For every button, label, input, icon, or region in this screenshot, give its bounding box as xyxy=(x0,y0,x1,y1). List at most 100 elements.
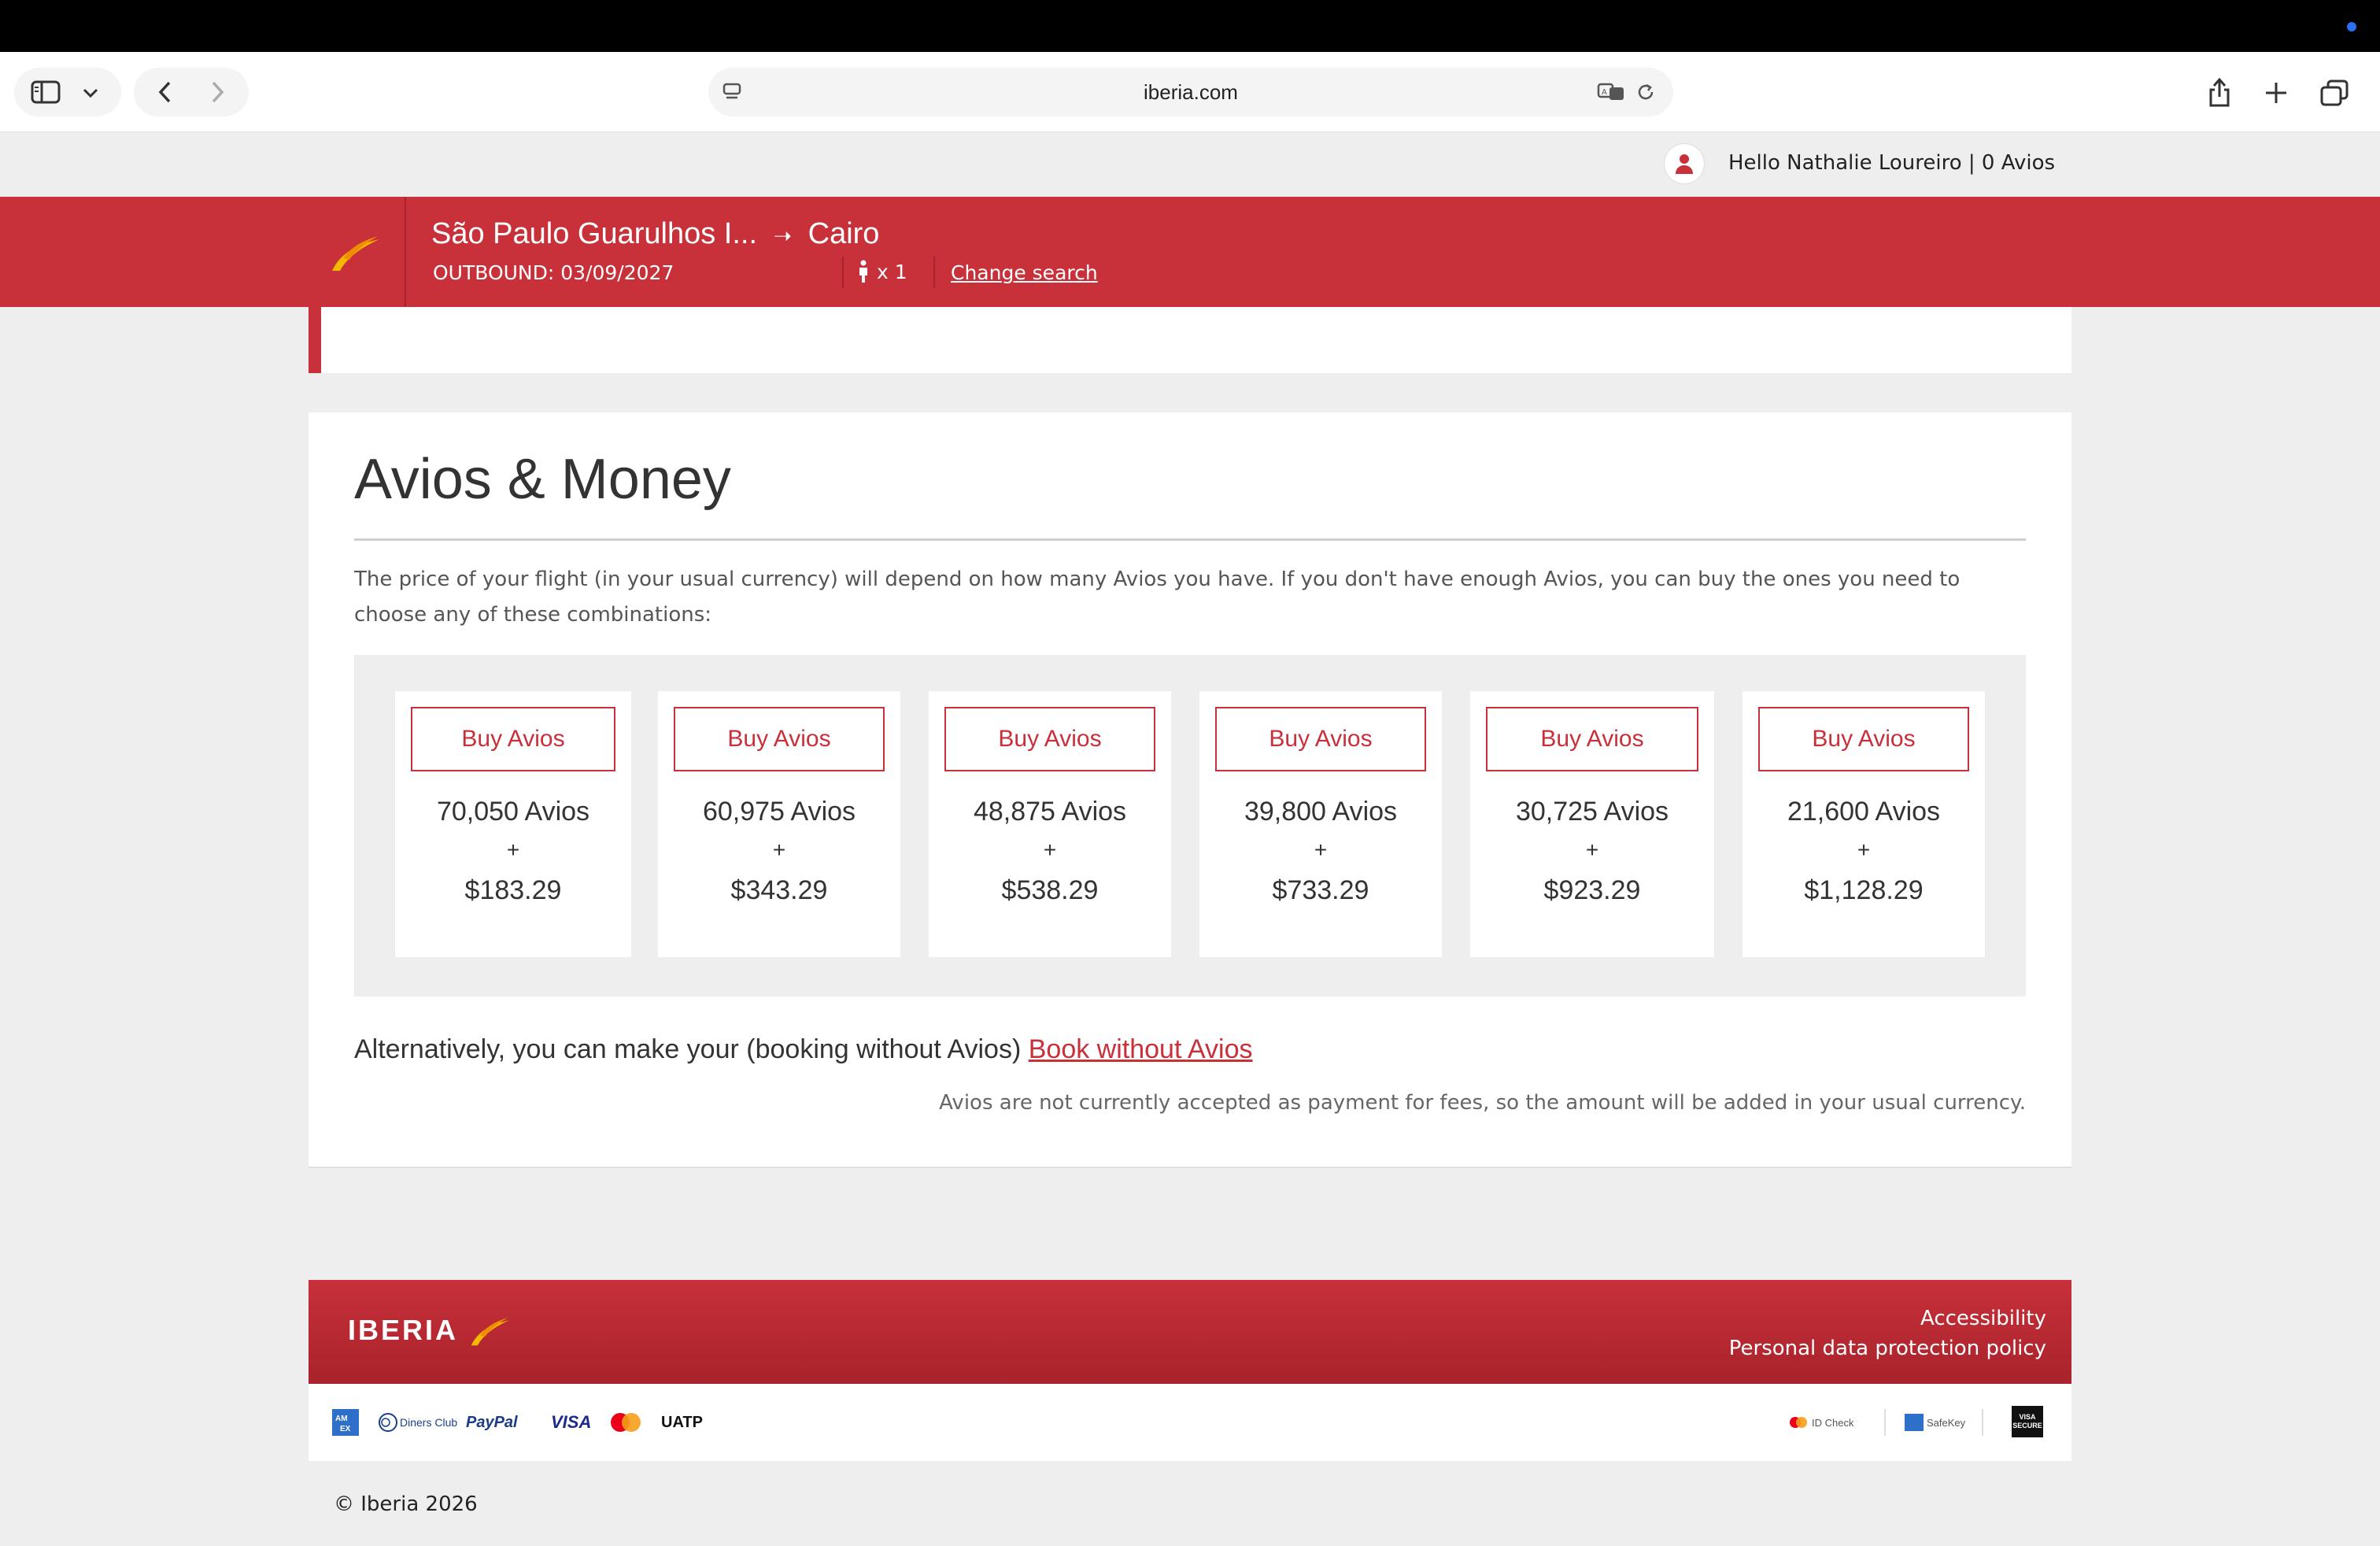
footer-brand-text: IBERIA xyxy=(348,1314,459,1346)
route-origin: São Paulo Guarulhos I... xyxy=(431,217,758,250)
visa-text: VISA xyxy=(551,1412,592,1432)
option-card: Buy Avios 30,725 Avios + $923.29 xyxy=(1470,691,1714,957)
divider xyxy=(1982,1409,1983,1436)
reload-icon[interactable] xyxy=(1632,79,1659,105)
option-card: Buy Avios 48,875 Avios + $538.29 xyxy=(929,691,1171,957)
svg-text:AM: AM xyxy=(335,1415,348,1423)
avios-money-card: Avios & Money The price of your flight (… xyxy=(309,412,2071,1168)
system-top-bar xyxy=(0,0,2380,52)
change-search-link[interactable]: Change search xyxy=(951,261,1098,284)
footer-links: Accessibility Personal data protection p… xyxy=(1729,1304,2046,1363)
visa-secure-text: VISA SECURE xyxy=(2012,1413,2042,1429)
section-title: Avios & Money xyxy=(354,448,731,511)
buy-avios-button[interactable]: Buy Avios xyxy=(411,707,615,771)
buy-avios-button[interactable]: Buy Avios xyxy=(1758,707,1969,771)
diners-club-logo-icon: Diners Club xyxy=(378,1409,457,1436)
option-plus: + xyxy=(772,838,786,862)
option-money: $923.29 xyxy=(1543,875,1641,905)
uatp-text: UATP xyxy=(661,1413,703,1431)
safekey-badge-icon: SafeKey xyxy=(1905,1409,1965,1436)
option-money: $733.29 xyxy=(1272,875,1369,905)
back-icon[interactable] xyxy=(151,79,178,105)
option-card: Buy Avios 70,050 Avios + $183.29 xyxy=(395,691,631,957)
user-avatar-icon[interactable] xyxy=(1664,143,1705,184)
book-without-avios-link[interactable]: Book without Avios xyxy=(1029,1034,1253,1064)
divider xyxy=(842,257,844,288)
visa-logo-icon: VISA xyxy=(551,1409,591,1436)
id-check-text: ID Check xyxy=(1812,1416,1854,1429)
combination-options: Buy Avios 70,050 Avios + $183.29 Buy Avi… xyxy=(354,655,2026,997)
title-divider xyxy=(354,538,2026,541)
buy-avios-button[interactable]: Buy Avios xyxy=(1486,707,1698,771)
svg-text:A: A xyxy=(1602,88,1607,97)
id-check-badge-icon: ID Check xyxy=(1788,1409,1853,1436)
translate-icon[interactable]: A xyxy=(1596,79,1628,105)
option-card: Buy Avios 21,600 Avios + $1,128.29 xyxy=(1743,691,1985,957)
sidebar-toggle-group xyxy=(14,68,121,117)
url-text: iberia.com xyxy=(1144,80,1238,104)
fees-note: Avios are not currently accepted as paym… xyxy=(939,1091,2026,1115)
option-card: Buy Avios 60,975 Avios + $343.29 xyxy=(658,691,900,957)
option-plus: + xyxy=(1585,838,1599,862)
new-tab-icon[interactable] xyxy=(2260,77,2292,109)
option-plus: + xyxy=(1857,838,1871,862)
privacy-policy-link[interactable]: Personal data protection policy xyxy=(1729,1333,2046,1363)
diners-club-text: Diners Club xyxy=(400,1416,458,1429)
navigation-group xyxy=(134,68,249,117)
paypal-logo-icon: PayPal xyxy=(466,1409,518,1436)
option-money: $1,128.29 xyxy=(1804,875,1924,905)
chevron-down-icon[interactable] xyxy=(79,82,102,104)
option-money: $538.29 xyxy=(1001,875,1099,905)
option-money: $183.29 xyxy=(464,875,562,905)
previous-section-card xyxy=(309,307,2071,373)
option-avios: 30,725 Avios xyxy=(1515,797,1669,827)
share-icon[interactable] xyxy=(2204,76,2235,109)
amex-logo-icon: AM EX xyxy=(332,1409,359,1436)
accessibility-link[interactable]: Accessibility xyxy=(1729,1304,2046,1333)
option-plus: + xyxy=(506,838,520,862)
divider xyxy=(1884,1409,1886,1436)
tabs-overview-icon[interactable] xyxy=(2317,77,2352,109)
option-money: $343.29 xyxy=(730,875,828,905)
option-card: Buy Avios 39,800 Avios + $733.29 xyxy=(1199,691,1442,957)
user-bar: Hello Nathalie Loureiro | 0 Avios xyxy=(0,132,2380,197)
outbound-date: OUTBOUND: 03/09/2027 xyxy=(433,261,674,284)
passenger-count-text: x 1 xyxy=(877,260,907,283)
buy-avios-button[interactable]: Buy Avios xyxy=(944,707,1155,771)
route-destination: Cairo xyxy=(808,217,880,250)
iberia-logo-icon xyxy=(471,1318,509,1346)
option-avios: 60,975 Avios xyxy=(702,797,856,827)
forward-icon[interactable] xyxy=(205,79,231,105)
footer: IBERIA Accessibility Personal data prote… xyxy=(309,1280,2071,1384)
status-dot xyxy=(2347,22,2356,31)
intro-text: The price of your flight (in your usual … xyxy=(354,568,1961,627)
option-avios: 21,600 Avios xyxy=(1787,797,1941,827)
option-avios: 48,875 Avios xyxy=(973,797,1127,827)
buy-avios-button[interactable]: Buy Avios xyxy=(1215,707,1426,771)
footer-brand[interactable]: IBERIA xyxy=(348,1311,515,1349)
safekey-text: SafeKey xyxy=(1927,1416,1966,1429)
flight-route: São Paulo Guarulhos I... ➝ Cairo xyxy=(431,217,879,251)
browser-toolbar: iberia.com A xyxy=(0,52,2380,132)
uatp-logo-icon: UATP xyxy=(661,1409,703,1436)
address-bar[interactable]: iberia.com A xyxy=(708,68,1673,117)
svg-text:EX: EX xyxy=(340,1425,351,1433)
paypal-text: PayPal xyxy=(466,1413,518,1431)
iberia-logo-icon xyxy=(305,197,406,307)
visa-secure-badge-icon: VISA SECURE xyxy=(2012,1406,2043,1437)
passenger-icon xyxy=(859,260,867,283)
passenger-count: x 1 xyxy=(858,260,907,283)
route-arrow-icon: ➝ xyxy=(773,223,793,249)
copyright: © Iberia 2026 xyxy=(334,1492,478,1516)
option-avios: 70,050 Avios xyxy=(436,797,590,827)
sidebar-icon[interactable] xyxy=(30,79,61,105)
mastercard-logo-icon xyxy=(609,1409,642,1436)
user-greeting[interactable]: Hello Nathalie Loureiro | 0 Avios xyxy=(1728,151,2055,175)
alternative-text: Alternatively, you can make your (bookin… xyxy=(354,1034,1022,1064)
option-avios: 39,800 Avios xyxy=(1244,797,1398,827)
divider xyxy=(933,257,935,288)
option-plus: + xyxy=(1314,838,1328,862)
flight-summary-header: São Paulo Guarulhos I... ➝ Cairo OUTBOUN… xyxy=(0,197,2380,307)
alternative-booking: Alternatively, you can make your (bookin… xyxy=(354,1034,1253,1065)
buy-avios-button[interactable]: Buy Avios xyxy=(674,707,885,771)
